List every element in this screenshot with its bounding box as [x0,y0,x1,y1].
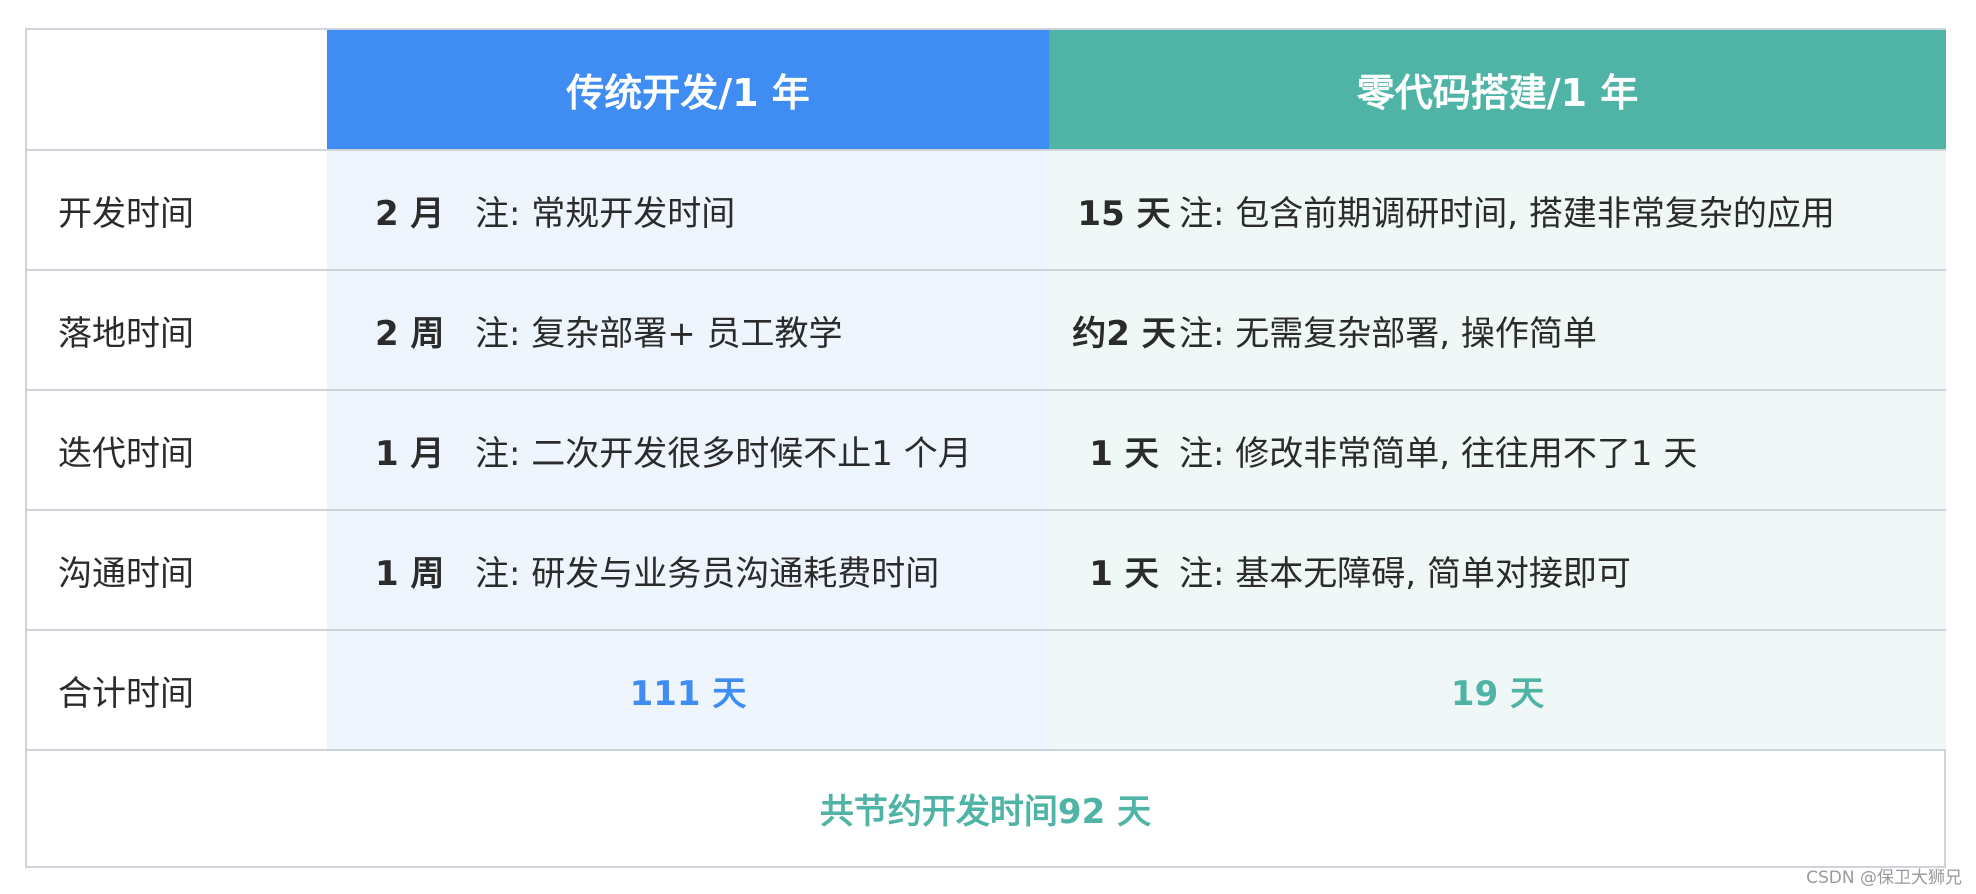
header-row: 传统开发/1 年 零代码搭建/1 年 [27,30,1946,149]
traditional-cell: 2 周 注: 复杂部署+ 员工教学 [327,271,1049,389]
total-label: 合计时间 [58,673,194,714]
traditional-value: 2 周 [375,313,445,354]
zero-code-cell: 1 天 注: 修改非常简单, 往往用不了1 天 [1049,391,1946,509]
row-label: 开发时间 [58,193,194,234]
zero-code-value: 约2 天 [1072,313,1176,354]
header-zero-code-title: 零代码搭建/1 年 [1356,71,1639,115]
zero-code-cell: 1 天 注: 基本无障碍, 简单对接即可 [1049,511,1946,629]
row-label-cell: 落地时间 [27,271,327,389]
header-zero-code-cell: 零代码搭建/1 年 [1049,30,1946,149]
zero-code-note: 注: 无需复杂部署, 操作简单 [1179,313,1597,354]
zero-code-cell: 约2 天 注: 无需复杂部署, 操作简单 [1049,271,1946,389]
traditional-total-value: 111 天 [629,673,747,714]
summary-cell: 共节约开发时间92 天 [27,751,1944,866]
header-traditional-title: 传统开发/1 年 [566,71,810,115]
table-row: 落地时间 2 周 注: 复杂部署+ 员工教学 约2 天 注: 无需复杂部署, 操… [27,269,1946,389]
header-traditional-cell: 传统开发/1 年 [327,30,1049,149]
row-label-cell: 沟通时间 [27,511,327,629]
zero-code-value: 1 天 [1089,553,1159,594]
traditional-note: 注: 复杂部署+ 员工教学 [475,313,843,354]
traditional-total-cell: 111 天 [327,631,1049,749]
summary-row: 共节约开发时间92 天 [27,749,1944,866]
row-label-cell: 开发时间 [27,151,327,269]
traditional-value: 2 月 [375,193,445,234]
comparison-table: 传统开发/1 年 零代码搭建/1 年 开发时间 2 月 注: 常规开发时间 15… [25,28,1946,868]
zero-code-cell: 15 天 注: 包含前期调研时间, 搭建非常复杂的应用 [1049,151,1946,269]
zero-code-total-cell: 19 天 [1049,631,1946,749]
traditional-cell: 1 周 注: 研发与业务员沟通耗费时间 [327,511,1049,629]
traditional-value: 1 月 [375,433,445,474]
table-row: 迭代时间 1 月 注: 二次开发很多时候不止1 个月 1 天 注: 修改非常简单… [27,389,1946,509]
table-row: 沟通时间 1 周 注: 研发与业务员沟通耗费时间 1 天 注: 基本无障碍, 简… [27,509,1946,629]
traditional-cell: 2 月 注: 常规开发时间 [327,151,1049,269]
traditional-note: 注: 二次开发很多时候不止1 个月 [475,433,972,474]
table-row: 开发时间 2 月 注: 常规开发时间 15 天 注: 包含前期调研时间, 搭建非… [27,149,1946,269]
row-label: 落地时间 [58,313,194,354]
row-label: 迭代时间 [58,433,194,474]
total-label-cell: 合计时间 [27,631,327,749]
traditional-note: 注: 常规开发时间 [475,193,736,234]
row-label: 沟通时间 [58,553,194,594]
total-row: 合计时间 111 天 19 天 [27,629,1946,749]
traditional-cell: 1 月 注: 二次开发很多时候不止1 个月 [327,391,1049,509]
watermark: CSDN @保卫大狮兄 [1806,868,1962,888]
comparison-figure: 传统开发/1 年 零代码搭建/1 年 开发时间 2 月 注: 常规开发时间 15… [0,0,1976,894]
header-corner-cell [27,30,327,149]
zero-code-note: 注: 包含前期调研时间, 搭建非常复杂的应用 [1179,193,1835,234]
zero-code-note: 注: 基本无障碍, 简单对接即可 [1179,553,1631,594]
row-label-cell: 迭代时间 [27,391,327,509]
traditional-value: 1 周 [375,553,445,594]
zero-code-total-value: 19 天 [1450,673,1545,714]
zero-code-value: 1 天 [1089,433,1159,474]
summary-text: 共节约开发时间92 天 [819,792,1152,832]
zero-code-value: 15 天 [1077,193,1171,234]
traditional-note: 注: 研发与业务员沟通耗费时间 [475,553,940,594]
zero-code-note: 注: 修改非常简单, 往往用不了1 天 [1179,433,1698,474]
